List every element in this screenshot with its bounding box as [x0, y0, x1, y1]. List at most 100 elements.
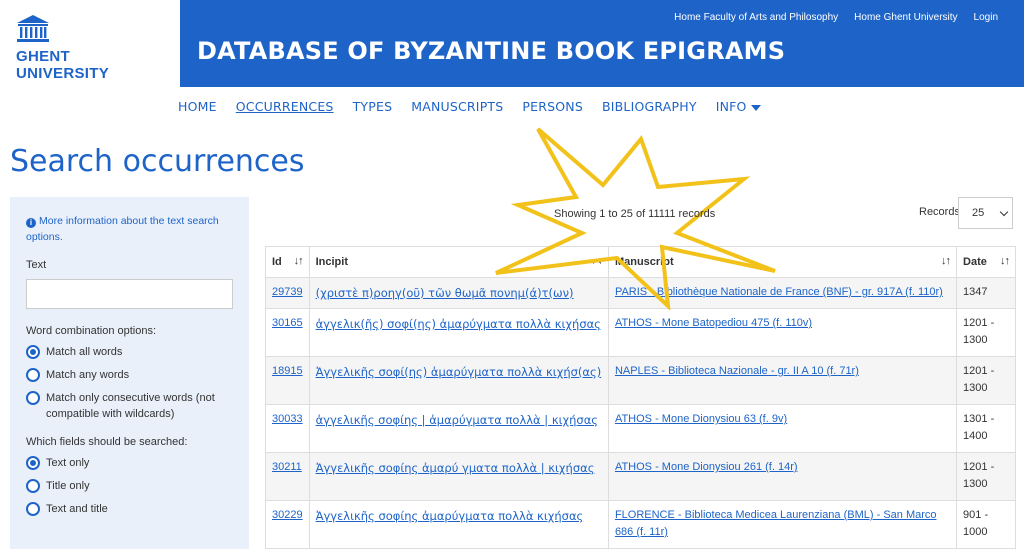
top-navigation: Home Faculty of Arts and Philosophy Home…: [674, 12, 998, 23]
manuscript-link[interactable]: ATHOS - Mone Batopediou 475 (f. 110v): [615, 317, 812, 329]
sort-icon: ↓↑: [1000, 255, 1010, 267]
cell-date: 1201 - 1300: [956, 356, 1016, 405]
radio-unchecked-icon: [26, 502, 40, 516]
radio-unchecked-icon: [26, 479, 40, 493]
radio-title-only[interactable]: Title only: [26, 478, 233, 494]
radio-match-consecutive-words[interactable]: Match only consecutive words (not compat…: [26, 390, 233, 422]
nav-bibliography[interactable]: BIBLIOGRAPHY: [602, 99, 697, 114]
radio-unchecked-icon: [26, 391, 40, 405]
cell-id: 30211: [265, 452, 310, 501]
sort-icon: ↓↑: [941, 255, 951, 267]
manuscript-link[interactable]: FLORENCE - Biblioteca Medicea Laurenzian…: [615, 509, 937, 538]
incipit-link[interactable]: ἀγγελικῆς σοφίης | ἀμαρύγματα πολλὰ | κι…: [316, 413, 598, 427]
cell-date: 1201 - 1300: [956, 452, 1016, 501]
cell-incipit: Ἀγγελικῆς σοφίης ἀμαρύγματα πολλὰ κιχήσα…: [308, 500, 609, 549]
table-row: 29739 (χριστὲ π)ροηγ(οῦ) τῶν θωμᾶ πονημ(…: [265, 277, 1016, 309]
cell-manuscript: ATHOS - Mone Dionysiou 63 (f. 9v): [607, 404, 958, 453]
radio-label: Text and title: [46, 503, 108, 515]
header-label: Incipit: [315, 256, 348, 268]
nav-manuscripts[interactable]: MANUSCRIPTS: [411, 99, 503, 114]
radio-text-only[interactable]: Text only: [26, 455, 233, 471]
table-row: 30165 ἀγγελικ(ῆς) σοφί(ης) ἀμαρύγματα πο…: [265, 308, 1016, 357]
header-label: Manuscript: [614, 256, 674, 268]
records-per-page-select[interactable]: 25: [958, 197, 1013, 229]
radio-label: Match any words: [46, 369, 130, 381]
nav-persons[interactable]: PERSONS: [522, 99, 583, 114]
cell-manuscript: NAPLES - Biblioteca Nazionale - gr. II A…: [607, 356, 958, 405]
cell-incipit: Ἀγγελικῆς σοφί(ης) ἀμαρύγματα πολλὰ κιχή…: [308, 356, 609, 405]
occurrence-id-link[interactable]: 30165: [272, 317, 303, 329]
cell-manuscript: ATHOS - Mone Batopediou 475 (f. 110v): [607, 308, 958, 357]
manuscript-link[interactable]: ATHOS - Mone Dionysiou 63 (f. 9v): [615, 413, 787, 425]
manuscript-link[interactable]: ATHOS - Mone Dionysiou 261 (f. 14r): [615, 461, 798, 473]
cell-date: 1347: [956, 277, 1016, 309]
incipit-link[interactable]: ἀγγελικ(ῆς) σοφί(ης) ἀμαρύγματα πολλὰ κι…: [316, 317, 601, 331]
header-label: Id: [272, 256, 282, 268]
nav-types[interactable]: TYPES: [353, 99, 393, 114]
radio-label: Title only: [46, 480, 90, 492]
nav-info-dropdown[interactable]: INFO: [716, 99, 761, 114]
cell-manuscript: ATHOS - Mone Dionysiou 261 (f. 14r): [607, 452, 958, 501]
occurrence-id-link[interactable]: 30211: [272, 461, 302, 473]
nav-occurrences[interactable]: OCCURRENCES: [236, 99, 334, 114]
cell-incipit: (χριστὲ π)ροηγ(οῦ) τῶν θωμᾶ πονημ(ά)τ(ων…: [308, 277, 609, 309]
topnav-login-link[interactable]: Login: [974, 12, 998, 23]
table-row: 30211 Ἀγγελικῆς σοφίης ἀμαρύ γματα πολλὰ…: [265, 452, 1016, 501]
logo-line-1: GHENT: [16, 48, 70, 65]
word-combination-label: Word combination options:: [26, 325, 157, 337]
radio-match-any-words[interactable]: Match any words: [26, 367, 233, 383]
occurrence-id-link[interactable]: 30033: [272, 413, 303, 425]
cell-manuscript: PARIS - Bibliothèque Nationale de France…: [607, 277, 958, 309]
cell-incipit: ἀγγελικῆς σοφίης | ἀμαρύγματα πολλὰ | κι…: [308, 404, 609, 453]
cell-date: 1301 - 1400: [956, 404, 1016, 453]
text-field-label: Text: [26, 259, 47, 271]
chevron-down-icon: [999, 207, 1009, 217]
cell-id: 30165: [265, 308, 310, 357]
topnav-faculty-link[interactable]: Home Faculty of Arts and Philosophy: [674, 12, 838, 23]
column-header-incipit[interactable]: Incipit: [308, 246, 609, 278]
topnav-university-link[interactable]: Home Ghent University: [854, 12, 957, 23]
text-search-input[interactable]: [26, 279, 233, 309]
search-info-link[interactable]: i More information about the text search …: [26, 213, 233, 245]
results-table: Id ↓↑ Incipit Manuscript ↓↑ Date ↓↑ 29739 (…: [265, 246, 1016, 549]
occurrence-id-link[interactable]: 30229: [272, 509, 303, 521]
cell-date: 1201 - 1300: [956, 308, 1016, 357]
table-row: 30229 Ἀγγελικῆς σοφίης ἀμαρύγματα πολλὰ …: [265, 500, 1016, 549]
manuscript-link[interactable]: PARIS - Bibliothèque Nationale de France…: [615, 286, 943, 298]
column-header-manuscript[interactable]: Manuscript ↓↑: [607, 246, 958, 278]
incipit-link[interactable]: (χριστὲ π)ροηγ(οῦ) τῶν θωμᾶ πονημ(ά)τ(ων…: [316, 286, 574, 300]
radio-label: Text only: [46, 457, 90, 469]
cell-id: 29739: [265, 277, 310, 309]
search-sidebar: i More information about the text search …: [10, 197, 249, 549]
fields-searched-label: Which fields should be searched:: [26, 436, 188, 448]
main-navigation: HOME OCCURRENCES TYPES MANUSCRIPTS PERSO…: [178, 99, 761, 114]
page-title: Search occurrences: [10, 144, 305, 179]
cell-date: 901 - 1000: [956, 500, 1016, 549]
cell-id: 30229: [265, 500, 310, 549]
sort-icon: ↓↑: [293, 255, 304, 267]
nav-home[interactable]: HOME: [178, 99, 217, 114]
cell-id: 30033: [265, 404, 310, 453]
radio-label: Match only consecutive words (not compat…: [46, 392, 215, 420]
university-building-icon: [17, 15, 49, 42]
column-header-date[interactable]: Date ↓↑: [956, 246, 1016, 278]
records-per-page-value: 25: [972, 207, 985, 219]
site-banner: Home Faculty of Arts and Philosophy Home…: [180, 0, 1024, 87]
cell-incipit: ἀγγελικ(ῆς) σοφί(ης) ἀμαρύγματα πολλὰ κι…: [308, 308, 609, 357]
occurrence-id-link[interactable]: 29739: [272, 286, 303, 298]
logo-line-2: UNIVERSITY: [16, 65, 110, 82]
cell-id: 18915: [265, 356, 310, 405]
nav-info-label: INFO: [715, 99, 747, 114]
occurrence-id-link[interactable]: 18915: [272, 365, 303, 377]
column-header-id[interactable]: Id ↓↑: [265, 246, 310, 278]
incipit-link[interactable]: Ἀγγελικῆς σοφίης ἀμαρύγματα πολλὰ κιχήσα…: [316, 509, 584, 523]
incipit-link[interactable]: Ἀγγελικῆς σοφίης ἀμαρύ γματα πολλὰ | κιχ…: [316, 461, 595, 475]
incipit-link[interactable]: Ἀγγελικῆς σοφί(ης) ἀμαρύγματα πολλὰ κιχή…: [316, 365, 602, 379]
radio-text-and-title[interactable]: Text and title: [26, 501, 233, 517]
radio-match-all-words[interactable]: Match all words: [26, 344, 233, 360]
ghent-university-logo[interactable]: GHENT UNIVERSITY: [16, 14, 110, 82]
site-title: DATABASE OF BYZANTINE BOOK EPIGRAMS: [197, 37, 786, 65]
manuscript-link[interactable]: NAPLES - Biblioteca Nazionale - gr. II A…: [615, 365, 859, 377]
caret-down-icon: [750, 104, 761, 111]
search-info-text: More information about the text search o…: [26, 215, 219, 243]
